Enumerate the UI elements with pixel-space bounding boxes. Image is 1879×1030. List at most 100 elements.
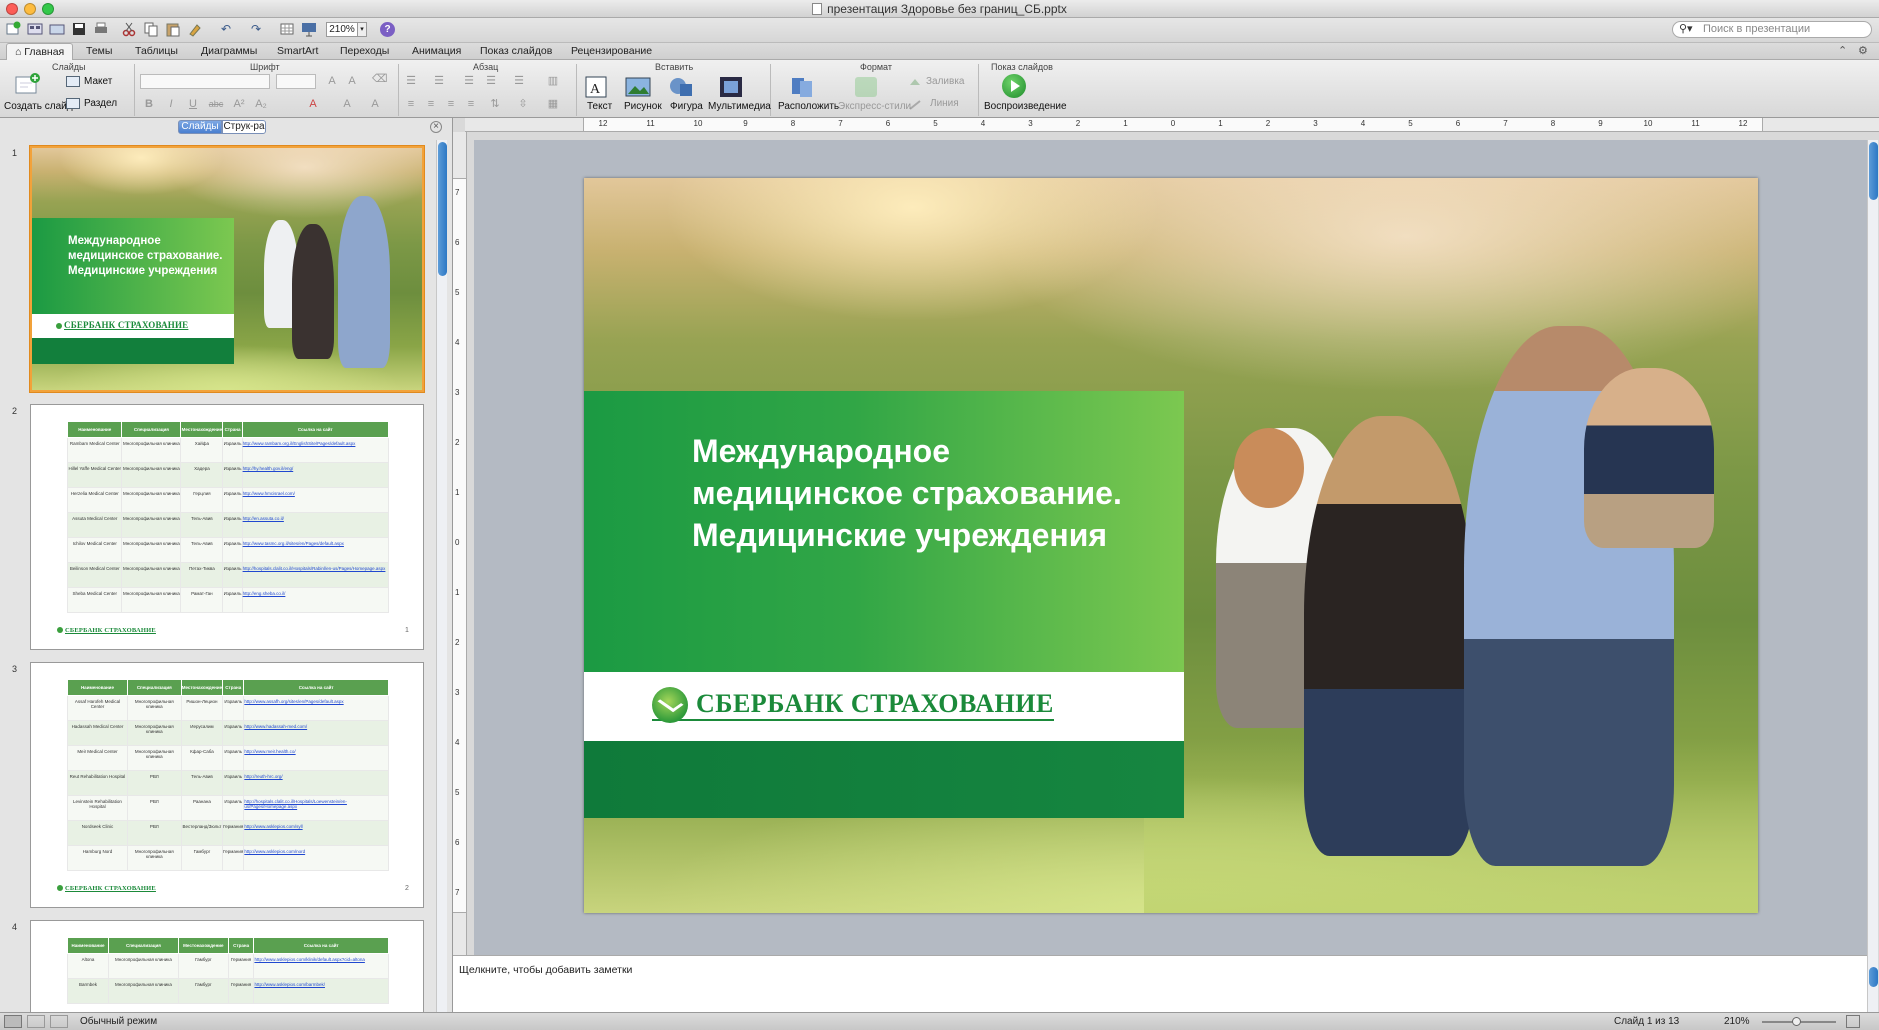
slide-thumbnail-3[interactable]: Наименование Специализация Местонахождение… [30, 662, 424, 908]
bold-button[interactable]: B [142, 97, 156, 111]
align-left-icon[interactable]: ≡ [404, 97, 418, 111]
media-icon[interactable] [717, 74, 745, 100]
play-button[interactable]: Воспроизведение [984, 101, 1067, 112]
tab-tables[interactable]: Таблицы [127, 43, 186, 60]
line-button[interactable]: Линия [930, 98, 959, 109]
paste-icon[interactable] [164, 21, 182, 38]
zoom-slider-knob[interactable] [1792, 1017, 1801, 1026]
fill-button[interactable]: Заливка [926, 76, 965, 87]
shape-icon[interactable] [668, 74, 696, 100]
scrollbar-thumb[interactable] [1869, 967, 1878, 987]
tab-smartart[interactable]: SmartArt [269, 43, 326, 60]
table-icon[interactable] [278, 21, 296, 38]
search-input[interactable]: ⚲▾ Поиск в презентации [1672, 21, 1872, 38]
section-button[interactable]: Раздел [84, 98, 117, 109]
main-scrollbar[interactable] [1867, 140, 1878, 955]
tab-transitions[interactable]: Переходы [332, 43, 397, 60]
justify-icon[interactable]: ≡ [464, 97, 478, 111]
close-panel-icon[interactable]: × [430, 121, 442, 133]
italic-button[interactable]: I [164, 97, 178, 111]
tab-home[interactable]: ⌂ Главная [6, 43, 74, 60]
arrange-button[interactable]: Расположить [778, 101, 839, 112]
zoom-dropdown-arrow[interactable]: ▾ [358, 22, 367, 37]
numbering-icon[interactable]: ☰ [432, 74, 446, 88]
strikethrough-button[interactable]: abc [206, 97, 226, 111]
columns-icon[interactable]: ▥ [546, 74, 560, 88]
slideshow-view-icon[interactable] [50, 1015, 68, 1028]
clear-format-icon[interactable]: ⌫ [372, 72, 388, 86]
picture-button[interactable]: Рисунок [624, 101, 662, 112]
slideshow-icon[interactable] [300, 21, 318, 38]
cut-icon[interactable] [120, 21, 138, 38]
subscript-button[interactable]: A₂ [252, 97, 270, 111]
font-color-icon[interactable]: A [306, 97, 320, 111]
quick-styles-button[interactable]: Экспресс-стили [838, 101, 911, 112]
text-direction-icon[interactable]: ⇅ [488, 97, 502, 111]
tab-review[interactable]: Рецензирование [563, 43, 660, 60]
gallery-icon[interactable] [26, 21, 44, 38]
text-box-icon[interactable]: A [583, 74, 609, 100]
font-name-field[interactable] [140, 74, 270, 89]
slides-panel-scrollbar[interactable] [436, 140, 447, 1012]
ruler-tick-label: 9 [1598, 119, 1603, 128]
shape-button[interactable]: Фигура [670, 101, 703, 112]
shrink-font-icon[interactable]: A [345, 74, 359, 88]
collapse-ribbon-icon[interactable]: ⌃ [1838, 44, 1847, 57]
sorter-view-icon[interactable] [27, 1015, 45, 1028]
tab-outline[interactable]: Струк-ра [222, 120, 266, 134]
zoom-field[interactable]: 210% [326, 22, 358, 37]
copy-icon[interactable] [142, 21, 160, 38]
print-icon[interactable] [92, 21, 110, 38]
picture-icon[interactable] [624, 74, 654, 100]
tab-slides[interactable]: Слайды [178, 120, 222, 134]
indent-decrease-icon[interactable]: ☰ [462, 74, 476, 88]
slide-thumbnail-2[interactable]: Наименование Специализация Местонахождение… [30, 404, 424, 650]
open-icon[interactable] [48, 21, 66, 38]
normal-view-icon[interactable] [4, 1015, 22, 1028]
indent-increase-icon[interactable]: ☰ [484, 74, 498, 88]
format-icon[interactable] [186, 21, 204, 38]
save-icon[interactable] [70, 21, 88, 38]
arrange-icon[interactable] [788, 74, 816, 100]
bullets-icon[interactable]: ☰ [404, 74, 418, 88]
undo-icon[interactable]: ↶ [214, 21, 238, 38]
table-cell: Тель-Авив [180, 770, 224, 796]
new-slide-button[interactable]: Создать слайд [4, 101, 73, 112]
align-right-icon[interactable]: ≡ [444, 97, 458, 111]
text-button[interactable]: Текст [587, 101, 612, 112]
slide-title[interactable]: Международное медицинское страхование. М… [692, 430, 1172, 556]
slide-thumbnail-1[interactable]: Международное медицинское страхование. Мед… [30, 146, 424, 392]
align-text-icon[interactable]: ⇳ [516, 97, 530, 111]
play-icon[interactable] [1002, 74, 1026, 98]
current-slide[interactable]: Международное медицинское страхование. М… [584, 178, 1758, 913]
ribbon-settings-icon[interactable]: ⚙ [1858, 44, 1868, 57]
tab-charts[interactable]: Диаграммы [193, 43, 265, 60]
grow-font-icon[interactable]: A [325, 74, 339, 88]
quick-styles-icon[interactable] [852, 74, 880, 100]
help-icon[interactable]: ? [380, 22, 395, 37]
scrollbar-thumb[interactable] [438, 142, 447, 276]
text-effects-icon[interactable]: A [368, 97, 382, 111]
tab-animation[interactable]: Анимация [404, 43, 469, 60]
ruler-tick-label: 2 [455, 438, 460, 447]
layout-button[interactable]: Макет [84, 76, 112, 87]
new-slide-icon[interactable] [4, 21, 22, 38]
new-slide-button-icon[interactable] [14, 72, 40, 96]
notes-scrollbar[interactable] [1867, 955, 1878, 1012]
fit-to-window-icon[interactable] [1846, 1015, 1860, 1028]
superscript-button[interactable]: A² [230, 97, 248, 111]
highlight-icon[interactable]: A [340, 97, 354, 111]
tab-slideshow[interactable]: Показ слайдов [472, 43, 560, 60]
align-center-icon[interactable]: ≡ [424, 97, 438, 111]
media-button[interactable]: Мультимедиа [708, 101, 771, 112]
scrollbar-thumb[interactable] [1869, 142, 1878, 200]
redo-icon[interactable]: ↷ [244, 21, 268, 38]
smartart-convert-icon[interactable]: ▦ [546, 97, 560, 111]
font-size-field[interactable] [276, 74, 316, 89]
slide-thumbnail-4[interactable]: Наименование Специализация Местонахождение… [30, 920, 424, 1012]
line-spacing-icon[interactable]: ☰ [512, 74, 526, 88]
tab-themes[interactable]: Темы [78, 43, 120, 60]
underline-button[interactable]: U [186, 97, 200, 111]
notes-pane[interactable]: Щелкните, чтобы добавить заметки [453, 955, 1867, 1012]
layout-icon [66, 76, 80, 87]
